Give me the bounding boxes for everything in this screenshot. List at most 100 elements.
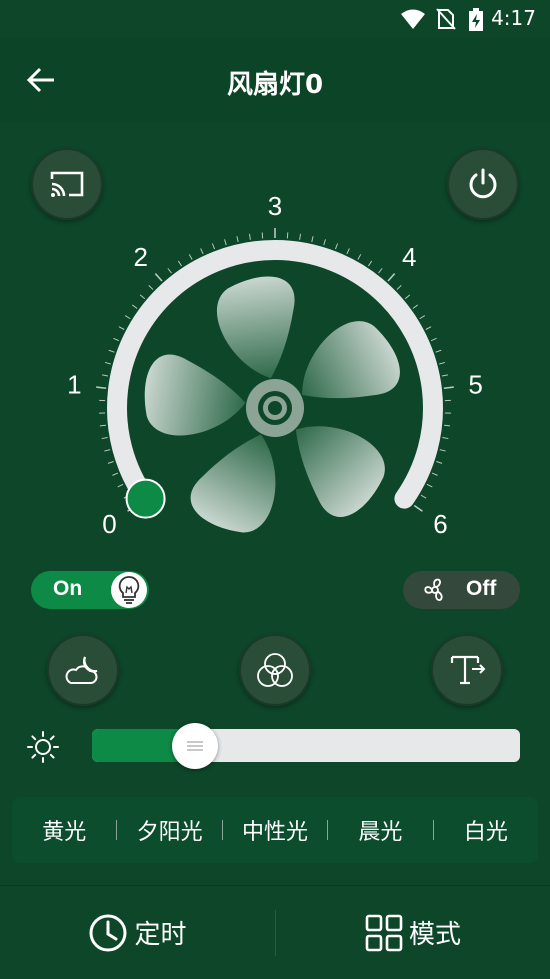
dial-tick <box>323 239 326 246</box>
dial-tick <box>443 386 454 390</box>
dial-tick <box>107 460 114 464</box>
status-bar: 4:17 <box>0 0 550 38</box>
page-title: 风扇灯0 <box>226 70 324 100</box>
dial-tick <box>99 424 106 427</box>
brightness-thumb[interactable] <box>172 723 218 769</box>
dial-tick <box>334 243 339 250</box>
fan-blade <box>216 276 295 379</box>
dial-tick <box>177 260 183 267</box>
dial-tick <box>167 268 172 274</box>
dial-tick <box>236 236 239 243</box>
dial-tick <box>132 304 138 309</box>
dial-tick <box>425 326 432 330</box>
dial-tick <box>426 483 433 488</box>
dial-label: 4 <box>402 242 416 272</box>
mode-label: 模式 <box>408 920 461 950</box>
text-width-button[interactable] <box>431 634 503 706</box>
dial-label: 0 <box>102 509 116 539</box>
dial-tick <box>367 260 373 267</box>
dial-tick <box>311 236 314 243</box>
dial-tick <box>357 254 362 260</box>
text-width-icon <box>450 655 486 685</box>
light-toggle[interactable]: On <box>31 571 149 609</box>
dial-label: 6 <box>433 509 447 539</box>
grid-icon <box>365 914 403 951</box>
dial-tick <box>436 460 443 464</box>
battery-charging-icon <box>469 8 483 31</box>
dial-tick <box>378 268 383 274</box>
night-mode-button[interactable] <box>47 634 119 706</box>
dial-tick <box>148 285 154 290</box>
temp-option-white[interactable]: 白光 <box>434 814 538 846</box>
temp-option-morning[interactable]: 晨光 <box>328 814 432 846</box>
dial-tick <box>442 437 449 440</box>
brightness-slider[interactable] <box>92 723 520 769</box>
no-sim-icon <box>436 8 456 30</box>
dial-tick <box>419 315 426 320</box>
dial-tick <box>104 449 111 452</box>
dial-tick <box>139 294 146 300</box>
mode-button[interactable]: 模式 <box>276 886 550 979</box>
color-circles-icon <box>257 653 293 687</box>
moon-cloud-icon <box>65 656 98 684</box>
drag-handle-icon <box>187 741 203 751</box>
dial-tick <box>435 349 442 353</box>
dial-tick <box>102 374 109 377</box>
fan-blade-icon <box>144 276 400 533</box>
dial-tick <box>108 349 115 353</box>
dial-tick <box>413 504 423 512</box>
dial-tick <box>112 472 119 476</box>
light-toggle-label: On <box>53 577 83 600</box>
dial-label: 1 <box>67 370 81 400</box>
dial-tick <box>104 361 111 365</box>
bottom-nav: 定时 模式 <box>0 886 550 979</box>
dial-tick <box>113 337 120 342</box>
dial-tick <box>101 437 108 440</box>
dial-thumb[interactable] <box>125 478 166 519</box>
timer-button[interactable]: 定时 <box>0 886 275 979</box>
fan-speed-dial-graphic: 0 1 2 3 4 5 6 <box>67 191 483 539</box>
fan-speed-dial[interactable]: 0 1 2 3 4 5 6 <box>60 190 500 570</box>
dial-tick <box>200 248 204 255</box>
temp-option-yellow[interactable]: 黄光 <box>12 814 116 846</box>
temp-option-sunset[interactable]: 夕阳光 <box>117 814 221 846</box>
dial-label: 5 <box>468 370 482 400</box>
dial-tick <box>248 233 251 240</box>
dial-label: 2 <box>133 242 147 272</box>
dial-tick <box>211 243 216 250</box>
dial-tick <box>118 326 125 330</box>
fan-toggle-label: Off <box>466 577 497 600</box>
fan-blade <box>190 434 276 533</box>
dial-tick <box>439 449 446 452</box>
dial-tick <box>441 374 448 377</box>
timer-label: 定时 <box>134 920 187 950</box>
dial-tick <box>346 248 350 255</box>
app-header: 风扇灯0 <box>0 38 550 122</box>
dial-tick <box>117 483 124 488</box>
dial-tick <box>444 424 451 427</box>
color-temperature-selector: 黄光 夕阳光 中性光 晨光 白光 <box>12 797 538 863</box>
dial-tick <box>431 472 438 476</box>
status-time: 4:17 <box>491 6 536 30</box>
color-mode-button[interactable] <box>239 634 311 706</box>
dial-tick <box>439 361 446 365</box>
dial-tick <box>420 494 427 499</box>
wifi-icon <box>401 9 425 29</box>
lightbulb-icon <box>118 576 140 604</box>
dial-tick <box>124 315 131 320</box>
dial-tick <box>404 294 411 300</box>
dial-tick <box>412 304 418 309</box>
dial-tick <box>396 285 402 290</box>
dial-tick <box>96 386 107 390</box>
temp-option-neutral[interactable]: 中性光 <box>223 814 327 846</box>
dial-tick <box>224 239 227 246</box>
dial-tick <box>154 273 163 282</box>
clock-icon <box>89 914 127 951</box>
sun-icon <box>27 731 59 763</box>
dial-tick <box>430 337 437 342</box>
fan-toggle[interactable]: Off <box>403 571 520 609</box>
fan-icon <box>424 578 443 601</box>
dial-tick <box>188 254 193 260</box>
light-toggle-knob <box>111 572 147 608</box>
dial-tick <box>387 273 396 282</box>
